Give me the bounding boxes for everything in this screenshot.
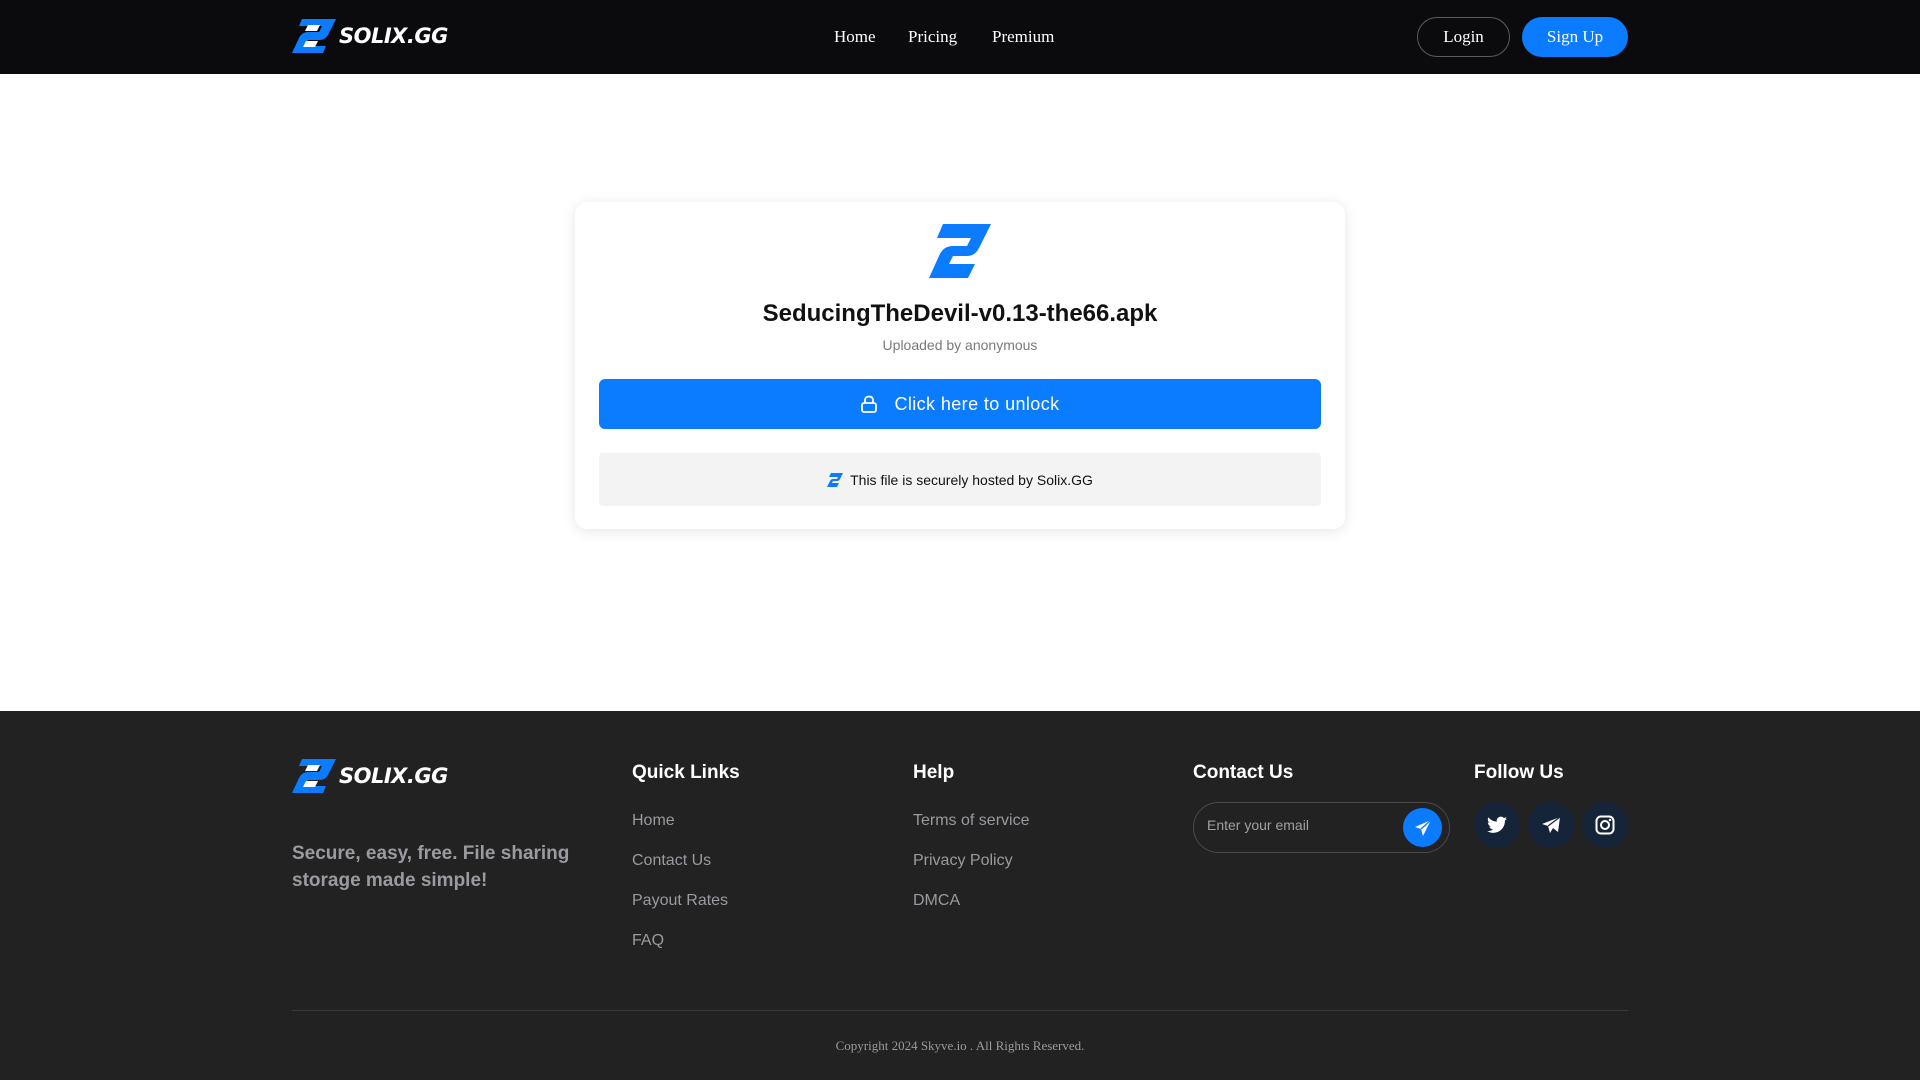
send-button[interactable]: [1403, 808, 1442, 847]
newsletter-form: [1193, 802, 1450, 853]
footer-link-contact[interactable]: Contact Us: [632, 852, 711, 870]
header-logo[interactable]: SOLIX.GG: [292, 19, 448, 53]
brand-name: SOLIX.GG: [339, 24, 448, 48]
follow-title: Follow Us: [1474, 762, 1564, 783]
lock-icon: [861, 395, 878, 413]
solix-logo-icon: [827, 472, 844, 487]
uploader-text: Uploaded by anonymous: [882, 337, 1038, 353]
nav-premium-link[interactable]: Premium: [992, 27, 1054, 47]
telegram-button[interactable]: [1528, 802, 1574, 848]
signup-button[interactable]: Sign Up: [1522, 17, 1628, 57]
unlock-button[interactable]: Click here to unlock: [599, 379, 1321, 429]
hosted-text: This file is securely hosted by Solix.GG: [850, 471, 1093, 488]
twitter-icon: [1487, 816, 1507, 833]
footer-link-dmca[interactable]: DMCA: [913, 892, 960, 910]
footer-link-payout[interactable]: Payout Rates: [632, 892, 728, 910]
nav-pricing[interactable]: Pricing: [908, 0, 957, 74]
footer-divider: [292, 1010, 1628, 1011]
nav-pricing-link[interactable]: Pricing: [908, 27, 957, 47]
instagram-button[interactable]: [1582, 802, 1628, 848]
telegram-icon: [1542, 816, 1561, 833]
copyright-text: Copyright 2024 Skyve.io . All Rights Res…: [835, 1038, 1085, 1053]
file-name: SeducingTheDevil-v0.13-the66.apk: [762, 300, 1158, 327]
brand-name: SOLIX.GG: [339, 764, 448, 788]
nav-home-link[interactable]: Home: [834, 27, 876, 47]
twitter-button[interactable]: [1474, 802, 1520, 848]
nav-home[interactable]: Home: [834, 0, 876, 74]
help-title: Help: [913, 762, 955, 783]
footer-logo[interactable]: SOLIX.GG: [292, 759, 448, 793]
quick-links-title: Quick Links: [632, 762, 740, 783]
login-button[interactable]: Login: [1417, 17, 1510, 57]
footer-link-privacy[interactable]: Privacy Policy: [913, 852, 1013, 870]
site-footer: SOLIX.GG Secure, easy, free. File sharin…: [0, 711, 1920, 1080]
hosted-notice: This file is securely hosted by Solix.GG: [599, 453, 1321, 506]
footer-link-home[interactable]: Home: [632, 812, 675, 830]
footer-link-terms[interactable]: Terms of service: [913, 812, 1029, 830]
footer-tagline: Secure, easy, free. File sharing storage…: [292, 843, 570, 891]
email-input[interactable]: [1207, 817, 1387, 833]
unlock-label: Click here to unlock: [894, 393, 1060, 414]
file-card: SeducingTheDevil-v0.13-the66.apk Uploade…: [575, 202, 1345, 529]
contact-title: Contact Us: [1193, 762, 1294, 783]
solix-logo-icon: [292, 19, 336, 53]
solix-logo-icon: [292, 759, 336, 793]
paper-plane-icon: [1414, 818, 1431, 836]
footer-link-faq[interactable]: FAQ: [632, 932, 664, 950]
site-header: SOLIX.GG Home Pricing Premium Login Sign…: [0, 0, 1920, 74]
solix-logo-icon: [929, 224, 991, 278]
instagram-icon: [1595, 815, 1615, 835]
nav-premium[interactable]: Premium: [992, 0, 1054, 74]
